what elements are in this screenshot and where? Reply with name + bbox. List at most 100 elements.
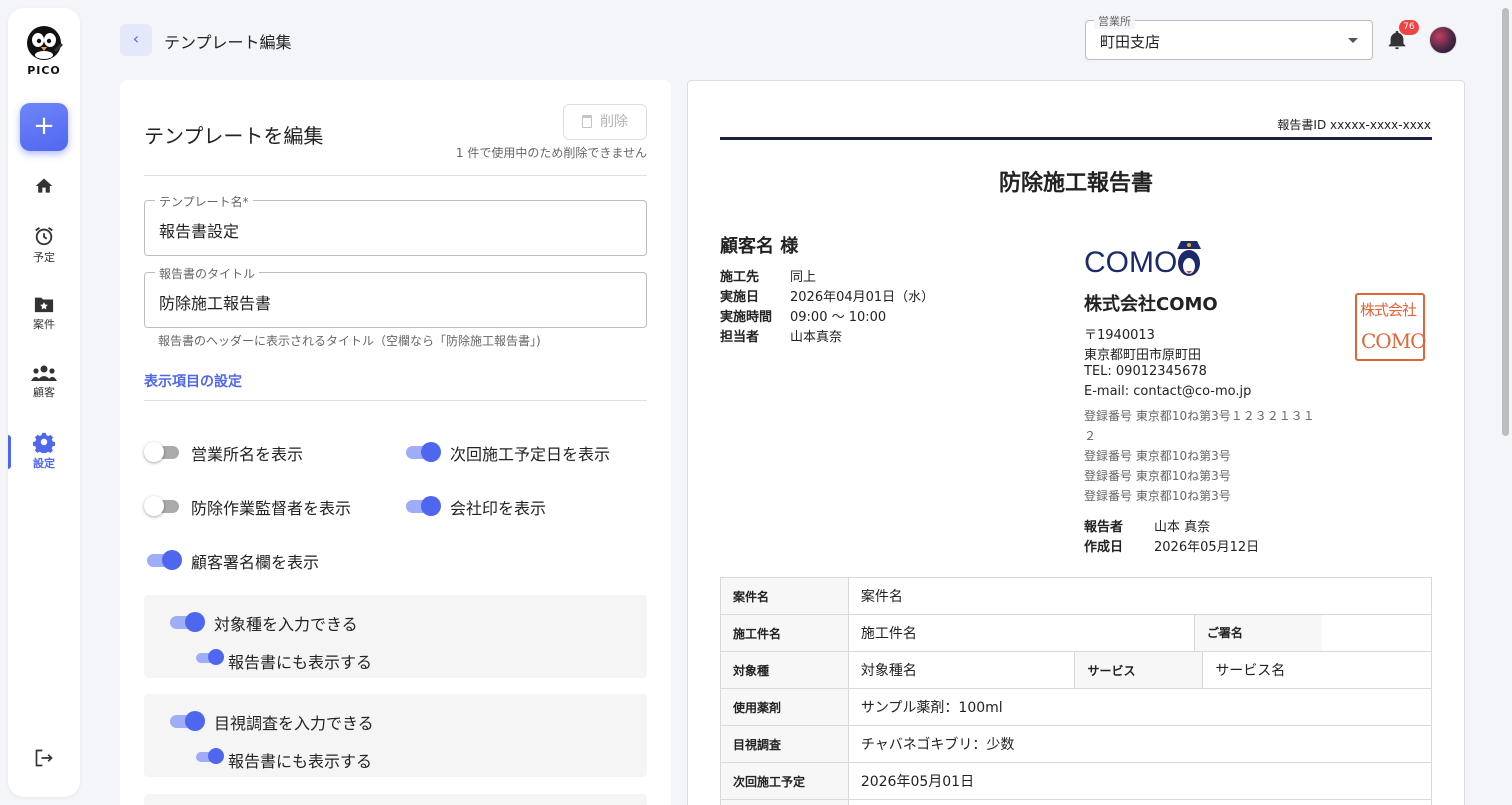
table-header-cell: 使用薬剤 <box>720 688 849 726</box>
people-icon <box>31 365 57 381</box>
visual-survey-group: 目視調査を入力できる 報告書にも表示する <box>144 694 647 777</box>
report-preview: 報告書ID xxxxx-xxxx-xxxx 防除施工報告書 顧客名 様 施工先 同… <box>687 80 1465 805</box>
sidebar-item-label: 予定 <box>33 251 55 264</box>
info-value: 山本真奈 <box>790 330 843 345</box>
sidebar-item-customers[interactable]: 顧客 <box>8 364 80 400</box>
info-value: 09:00 〜 10:00 <box>790 310 887 325</box>
folder-star-icon <box>34 297 54 313</box>
report-title-value: 防除施工報告書 <box>159 294 272 313</box>
table-cell: 施工件名 ご署名 <box>847 614 1322 652</box>
table-row: 目視調査 チャバネゴキブリ：少数 <box>720 725 1433 763</box>
toggle-label: 防除作業監督者を表示 <box>191 499 352 518</box>
logout-button[interactable] <box>8 748 80 768</box>
table-row <box>720 799 1433 805</box>
registration-number: 登録番号 東京都10ね第3号 <box>1084 489 1231 503</box>
sidebar-item-settings[interactable]: 設定 <box>8 431 80 471</box>
app-name: PICO <box>27 64 61 77</box>
template-name-field[interactable]: テンプレート名* 報告書設定 <box>144 193 647 256</box>
table-cell <box>847 799 1433 805</box>
switch-on[interactable] <box>194 747 224 765</box>
next-group <box>144 794 647 805</box>
switch-off[interactable] <box>144 494 182 518</box>
company-zip: 〒1940013 <box>1084 328 1155 343</box>
create-new-button[interactable]: + <box>20 103 68 151</box>
toggle-label: 報告書にも表示する <box>228 653 373 672</box>
office-select[interactable]: 営業所 町田支店 <box>1085 13 1373 60</box>
table-cell: チャバネゴキブリ：少数 <box>847 725 1433 763</box>
toggle-label: 会社印を表示 <box>450 499 547 518</box>
avatar[interactable] <box>1429 26 1457 54</box>
sidebar-item-label: 案件 <box>33 318 55 331</box>
switch-on[interactable] <box>144 548 182 572</box>
customer-name: 顧客名 様 <box>720 236 799 257</box>
table-row: 次回施工予定 2026年05月01日 <box>720 762 1433 800</box>
table-row: 案件名 案件名 <box>720 577 1433 615</box>
caret-down-icon <box>1348 38 1358 43</box>
display-settings-link[interactable]: 表示項目の設定 <box>144 371 242 391</box>
info-key: 実施時間 <box>720 310 773 325</box>
registration-number: ２ <box>1084 429 1097 443</box>
seal-text: COMO <box>1361 329 1427 353</box>
company-logo: COMO <box>1084 241 1201 279</box>
office-select-value: 町田支店 <box>1100 33 1161 51</box>
sidebar-item-home[interactable] <box>8 176 80 196</box>
sidebar-item-label: 顧客 <box>33 386 55 399</box>
table-header-cell <box>720 799 849 805</box>
template-name-label: テンプレート名* <box>155 193 253 210</box>
switch-on[interactable] <box>403 440 441 464</box>
company-seal: 株式会社 COMO <box>1355 293 1427 361</box>
switch-off[interactable] <box>144 440 182 464</box>
toggle-label: 対象種を入力できる <box>214 615 358 634</box>
reporter-value: 2026年05月12日 <box>1154 540 1260 555</box>
template-name-value: 報告書設定 <box>159 222 240 241</box>
info-row: 実施時間 09:00 〜 10:00 <box>720 306 886 325</box>
toggle-label: 報告書にも表示する <box>228 752 373 771</box>
delete-button[interactable]: 削除 <box>563 104 647 140</box>
switch-on[interactable] <box>403 494 441 518</box>
gear-icon <box>33 432 55 453</box>
table-cell-text: - <box>1217 625 1223 641</box>
table-header-cell: 案件名 <box>720 577 849 615</box>
back-button[interactable]: ‹ <box>120 24 152 56</box>
company-name: 株式会社COMO <box>1084 294 1218 315</box>
home-icon <box>35 178 53 193</box>
notification-badge: 76 <box>1399 20 1419 35</box>
sidebar-item-label: 設定 <box>33 457 55 470</box>
app-logo[interactable]: PICO <box>8 22 80 77</box>
delete-note: 1 件で使用中のため削除できません <box>455 146 647 160</box>
table-header-cell: 対象種 <box>720 651 849 689</box>
company-logo-text: COMO <box>1084 246 1177 279</box>
info-row: 施工先 同上 <box>720 266 816 285</box>
seal-text: 株式会社 <box>1360 301 1417 319</box>
divider <box>144 400 647 401</box>
sidebar-item-cases[interactable]: 案件 <box>8 294 80 332</box>
table-cell: サービス名 <box>1202 651 1432 689</box>
info-key: 施工先 <box>720 270 760 285</box>
penguin-logo-icon <box>27 26 63 60</box>
registration-number: 登録番号 東京都10ね第3号 <box>1084 449 1231 463</box>
header-rule <box>720 137 1432 140</box>
table-header-cell: サービス <box>1074 651 1204 689</box>
alarm-clock-icon <box>35 227 53 246</box>
company-tel: TEL: 09012345678 <box>1084 364 1207 379</box>
info-value: 同上 <box>790 270 817 285</box>
reporter-key: 作成日 <box>1084 540 1124 555</box>
scrollbar-thumb[interactable] <box>1502 8 1509 436</box>
toggle-label: 次回施工予定日を表示 <box>450 445 611 464</box>
sidebar-item-schedule[interactable]: 予定 <box>8 225 80 265</box>
target-species-group: 対象種を入力できる 報告書にも表示する <box>144 595 647 678</box>
table-cell: 案件名 <box>847 577 1433 615</box>
template-form-card: テンプレートを編集 削除 1 件で使用中のため削除できません テンプレート名* … <box>120 80 671 805</box>
registration-number: 登録番号 東京都10ね第3号１２３２１３１ <box>1084 409 1315 423</box>
reporter-key: 報告者 <box>1084 520 1124 535</box>
switch-on[interactable] <box>194 648 224 666</box>
report-title-field[interactable]: 報告書のタイトル 防除施工報告書 <box>144 265 647 328</box>
switch-on[interactable] <box>167 610 205 634</box>
report-id: 報告書ID xxxxx-xxxx-xxxx <box>1277 118 1431 132</box>
table-header-cell: 次回施工予定 <box>720 762 849 800</box>
info-row: 実施日 2026年04月01日（水） <box>720 286 934 305</box>
table-header-cell: 目視調査 <box>720 725 849 763</box>
registration-number: 登録番号 東京都10ね第3号 <box>1084 469 1231 483</box>
switch-on[interactable] <box>167 709 205 733</box>
logout-icon <box>35 749 53 767</box>
